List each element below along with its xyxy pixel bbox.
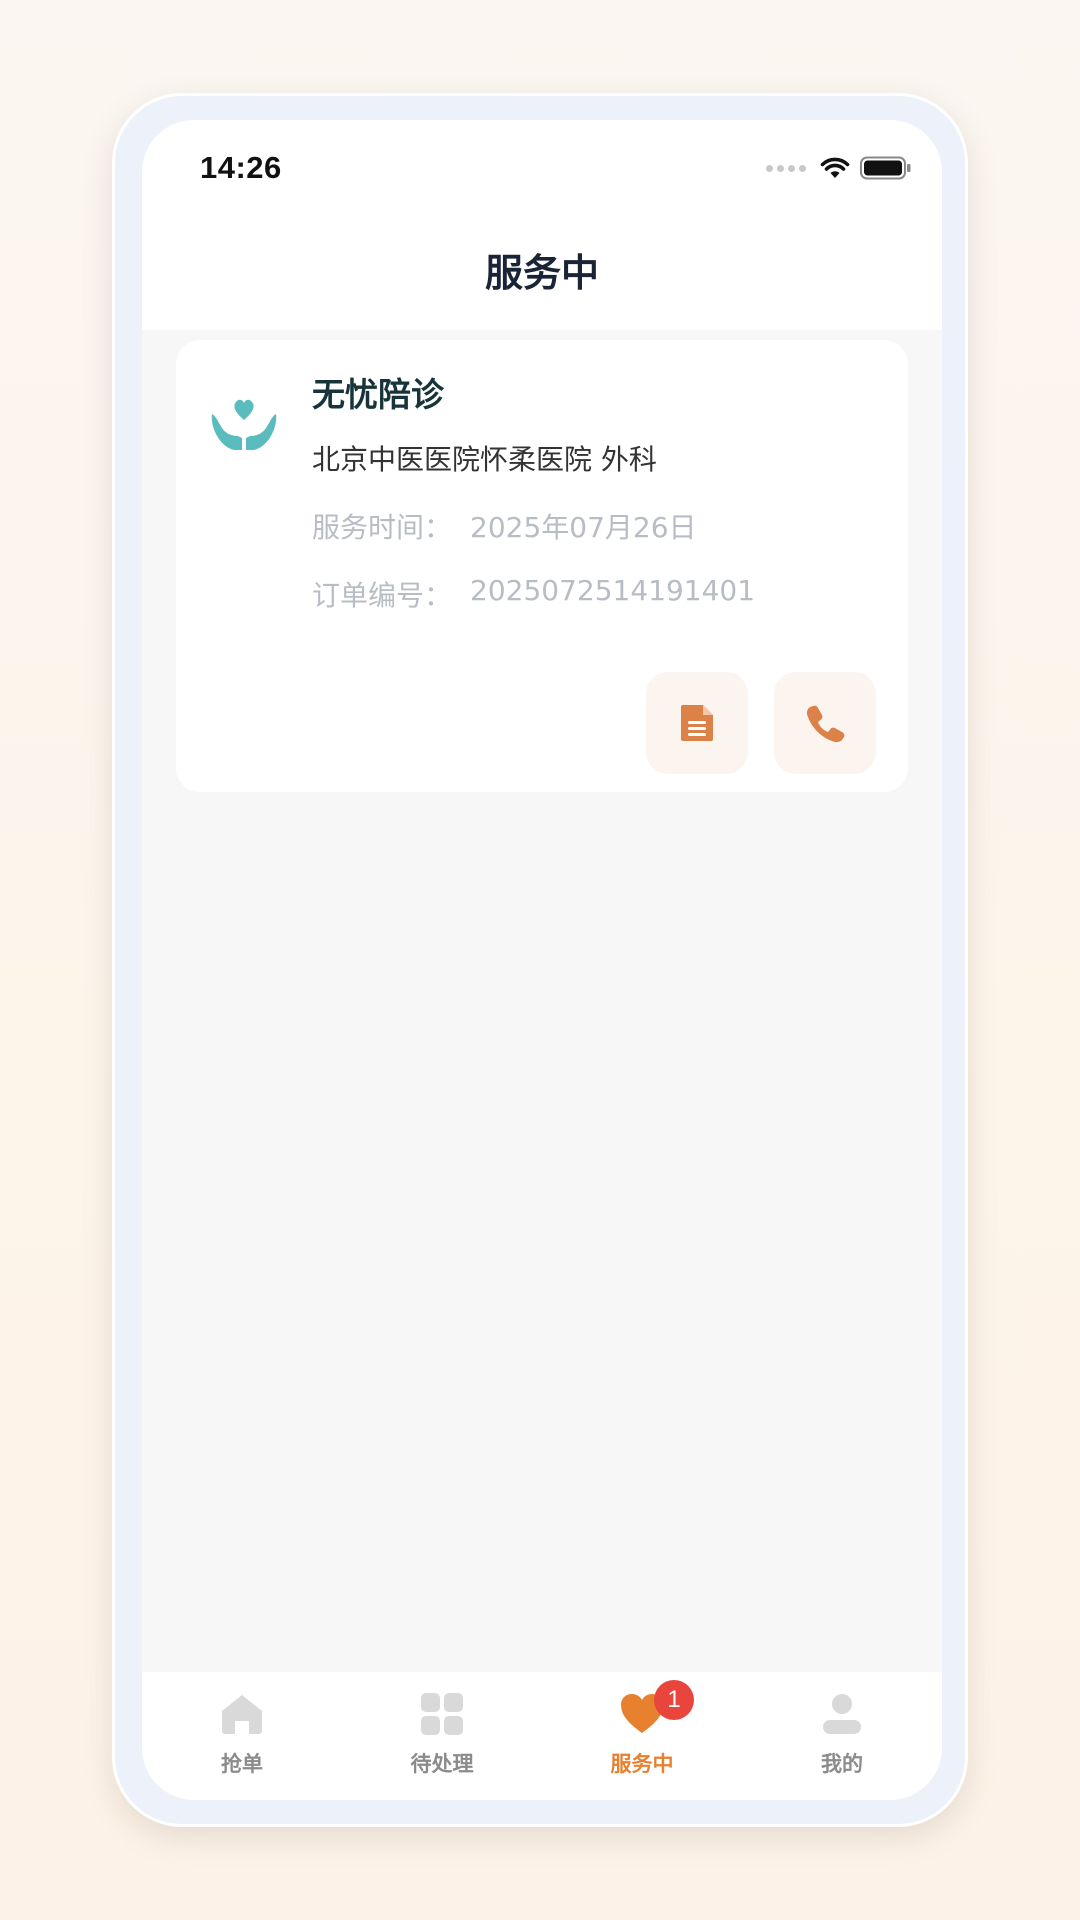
tab-label: 待处理 bbox=[410, 1752, 474, 1776]
person-icon bbox=[820, 1692, 864, 1736]
order-number-value: 2025072514191401 bbox=[470, 574, 756, 607]
hospital-name: 北京中医医院怀柔医院 外科 bbox=[312, 443, 657, 476]
phone-icon bbox=[806, 705, 845, 743]
tab-label: 服务中 bbox=[610, 1752, 674, 1776]
app-screen: 14:26 服务中 无忧陪诊 北京中医医院怀柔医院 外科 服务时间： 2025年… bbox=[142, 120, 942, 1800]
document-icon bbox=[681, 705, 713, 741]
wifi-icon bbox=[820, 157, 850, 178]
status-time: 14:26 bbox=[200, 150, 282, 185]
tab-label: 抢单 bbox=[221, 1752, 263, 1776]
tab-label: 我的 bbox=[821, 1752, 863, 1776]
tab-mine[interactable]: 我的 bbox=[742, 1672, 942, 1800]
notification-badge: 1 bbox=[654, 1680, 694, 1720]
nav-bar: 服务中 bbox=[142, 220, 942, 330]
order-number-label: 订单编号： bbox=[312, 579, 453, 612]
service-time-value: 2025年07月26日 bbox=[470, 511, 697, 544]
home-icon bbox=[220, 1692, 264, 1736]
tab-in-service[interactable]: 1 服务中 bbox=[542, 1672, 742, 1800]
view-order-button[interactable] bbox=[646, 672, 748, 774]
service-name: 无忧陪诊 bbox=[312, 375, 444, 414]
grid-icon bbox=[420, 1692, 464, 1736]
service-time-row: 服务时间： 2025年07月26日 bbox=[312, 506, 697, 546]
status-icons bbox=[766, 156, 912, 180]
page-title: 服务中 bbox=[484, 250, 599, 295]
battery-icon bbox=[860, 156, 911, 180]
care-hands-heart-icon bbox=[211, 399, 277, 450]
phone-frame: 14:26 服务中 无忧陪诊 北京中医医院怀柔医院 外科 服务时间： 2025年… bbox=[112, 93, 968, 1827]
status-bar: 14:26 bbox=[142, 120, 942, 220]
tab-bar: 抢单 待处理 1 服务中 我的 bbox=[142, 1672, 942, 1800]
call-button[interactable] bbox=[774, 672, 876, 774]
tab-pending[interactable]: 待处理 bbox=[342, 1672, 542, 1800]
service-time-label: 服务时间： bbox=[312, 511, 453, 544]
signal-icon bbox=[766, 164, 806, 172]
order-card[interactable]: 无忧陪诊 北京中医医院怀柔医院 外科 服务时间： 2025年07月26日 订单编… bbox=[176, 340, 908, 792]
order-number-row: 订单编号： 2025072514191401 bbox=[312, 574, 755, 614]
tab-grab-order[interactable]: 抢单 bbox=[142, 1672, 342, 1800]
